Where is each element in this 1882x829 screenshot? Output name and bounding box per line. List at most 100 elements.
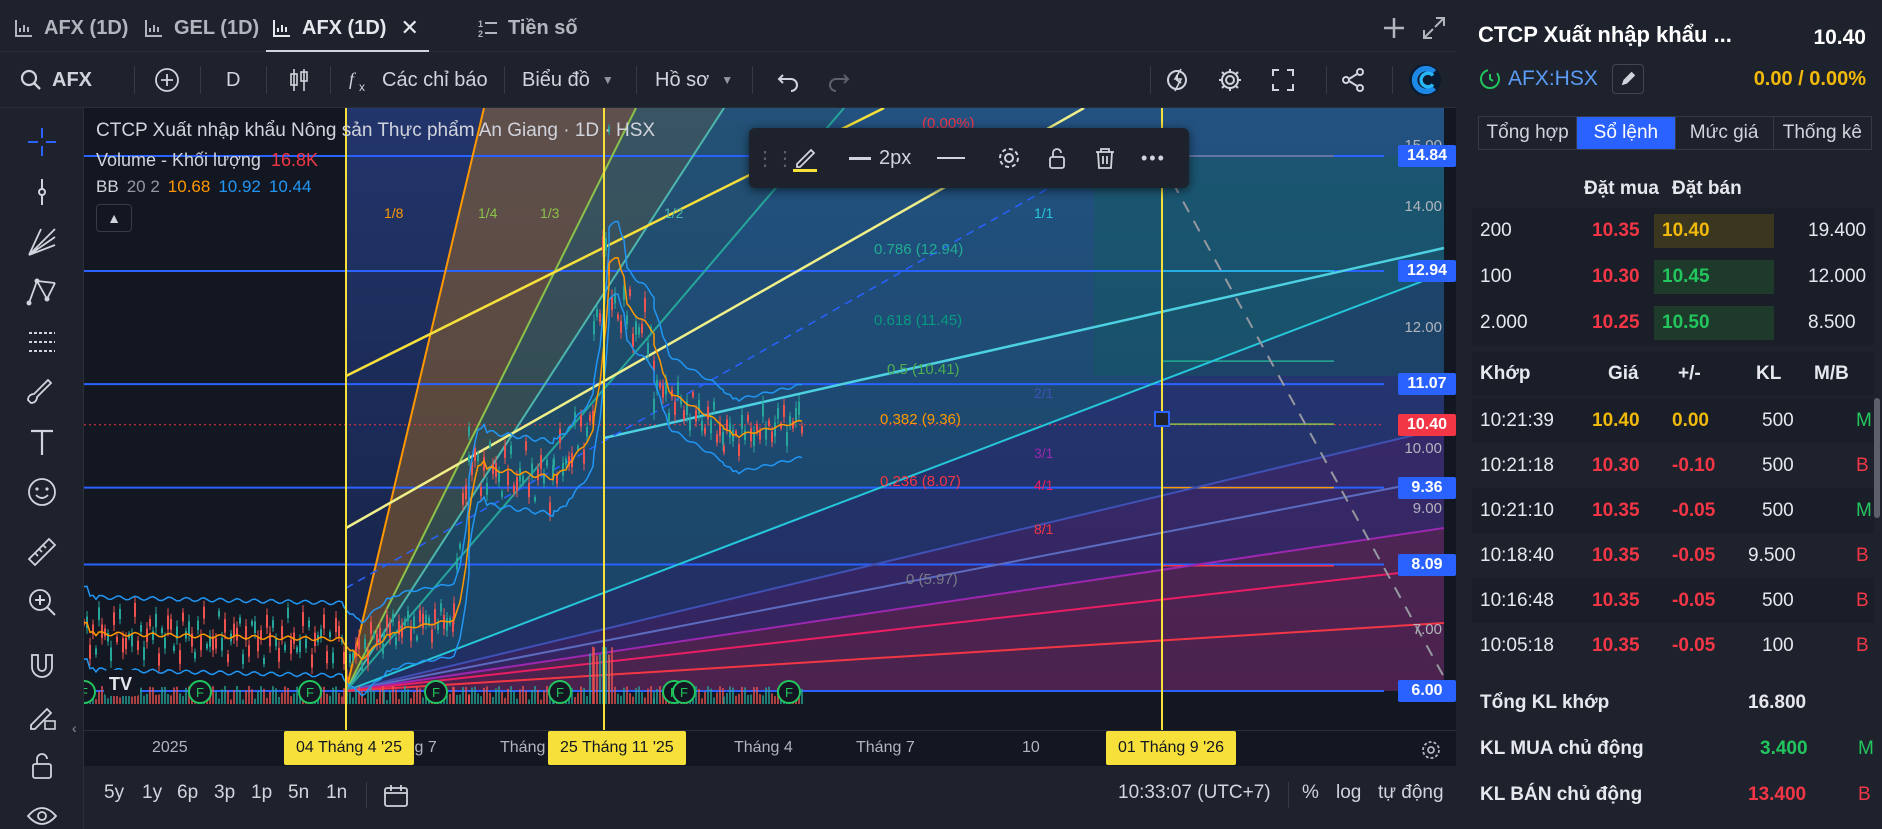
ruler-tool[interactable] <box>24 534 60 570</box>
range-3m[interactable]: 3p <box>214 782 235 804</box>
percent-toggle[interactable]: % <box>1302 782 1319 804</box>
expand-icon[interactable] <box>1420 14 1448 42</box>
symbol-link[interactable]: AFX:HSX <box>1478 64 1644 94</box>
settings-button[interactable] <box>1217 62 1243 98</box>
candle-body <box>659 382 661 388</box>
volume-bar <box>710 688 712 704</box>
chart-type-button[interactable] <box>286 62 312 98</box>
trade-row[interactable]: 10:21:18 10.30 -0.10 500 B <box>1472 443 1874 488</box>
text-tool[interactable] <box>24 424 60 460</box>
chevron-up-icon[interactable]: ▲ <box>96 204 132 232</box>
chart-pane[interactable]: (0.00%)(14.84)0.786 (12.94)0.618 (11.45)… <box>84 108 1456 734</box>
candle-body <box>281 626 283 639</box>
range-5d[interactable]: 5n <box>288 782 309 804</box>
tab-overview[interactable]: Tổng hợp <box>1479 117 1578 149</box>
earnings-marker[interactable]: F <box>548 680 572 704</box>
trade-row[interactable]: 10:21:39 10.40 0.00 500 M <box>1472 398 1874 443</box>
share-button[interactable] <box>1340 62 1366 98</box>
trade-row[interactable]: 10:16:48 10.35 -0.05 500 B <box>1472 578 1874 623</box>
symbol-search[interactable]: AFX <box>18 62 92 98</box>
tab-afx-1[interactable]: AFX (1D) <box>14 10 128 46</box>
volume-bar <box>723 696 725 704</box>
range-1m[interactable]: 1p <box>251 782 272 804</box>
indicators-button[interactable]: fx Các chỉ báo <box>348 62 488 98</box>
chart-menu-button[interactable]: Biểu đồ ▼ <box>522 62 614 98</box>
volume-bar <box>516 698 518 704</box>
candle-body <box>179 650 181 664</box>
trade-row[interactable]: 10:05:18 10.35 -0.05 100 B <box>1472 623 1874 668</box>
trades-scrollbar[interactable] <box>1874 398 1880 518</box>
auto-toggle[interactable]: tự động <box>1378 782 1444 804</box>
pencil-lock-icon <box>30 707 56 730</box>
pattern-tool[interactable] <box>24 274 60 310</box>
visibility-tool[interactable] <box>24 798 60 829</box>
undo-button[interactable] <box>775 62 801 98</box>
redo-button[interactable] <box>826 62 852 98</box>
earnings-marker[interactable]: F <box>298 680 322 704</box>
tab-tien-so[interactable]: 12 Tiền số <box>478 10 578 46</box>
line-width-button[interactable]: 2px <box>849 142 911 174</box>
gann-fan-tool[interactable] <box>24 224 60 260</box>
zoom-tool[interactable] <box>24 584 60 620</box>
earnings-marker[interactable]: F <box>188 680 212 704</box>
volume-bar <box>379 689 381 704</box>
crosshair-tool[interactable] <box>24 124 60 160</box>
magnet-tool[interactable] <box>24 648 60 684</box>
color-picker-button[interactable] <box>791 142 819 174</box>
trade-row[interactable]: 10:18:40 10.35 -0.05 9.500 B <box>1472 533 1874 578</box>
profile-menu-button[interactable]: Hồ sơ ▼ <box>655 62 733 98</box>
tab-afx-active[interactable]: AFX (1D) ✕ <box>266 10 429 52</box>
add-tab-icon[interactable] <box>1380 14 1408 42</box>
orderbook-row[interactable]: 2.000 10.25 10.50 8.500 <box>1472 300 1874 346</box>
earnings-marker[interactable]: F <box>777 680 801 704</box>
range-1d[interactable]: 1n <box>326 782 347 804</box>
clock[interactable]: 10:33:07 (UTC+7) <box>1118 782 1271 804</box>
brush-tool[interactable] <box>24 374 60 410</box>
fx-icon: fx <box>349 69 365 93</box>
emoji-tool[interactable] <box>24 474 60 510</box>
orderbook-row[interactable]: 100 10.30 10.45 12.000 <box>1472 254 1874 300</box>
trade-row[interactable]: 10:21:10 10.35 -0.05 500 M <box>1472 488 1874 533</box>
settings-button[interactable] <box>995 142 1023 174</box>
date-range-icon[interactable] <box>382 782 410 810</box>
candle-body <box>308 620 310 628</box>
lock-drawing-tool[interactable] <box>24 698 60 734</box>
collapse-sidebar-icon[interactable]: ‹ <box>72 720 77 736</box>
tab-price-levels[interactable]: Mức giá <box>1676 117 1774 149</box>
earnings-marker[interactable]: F <box>672 680 696 704</box>
close-icon[interactable]: ✕ <box>400 15 418 41</box>
lock-all-tool[interactable] <box>24 748 60 784</box>
range-5y[interactable]: 5y <box>104 782 124 804</box>
candle-body <box>269 632 271 647</box>
orderbook-row[interactable]: 200 10.35 10.40 19.400 <box>1472 208 1874 254</box>
range-6m[interactable]: 6p <box>177 782 198 804</box>
time-axis[interactable]: 2025 Tháng 7 Tháng 1 Tháng 4 Tháng 7 10 … <box>84 730 1456 766</box>
axis-settings-icon[interactable] <box>1420 739 1442 761</box>
range-1y[interactable]: 1y <box>142 782 162 804</box>
earnings-marker[interactable]: F <box>424 680 448 704</box>
tab-gel[interactable]: GEL (1D) <box>144 10 259 46</box>
candle-body <box>528 483 530 498</box>
lock-button[interactable] <box>1043 142 1071 174</box>
brand-logo[interactable] <box>1408 62 1442 98</box>
log-toggle[interactable]: log <box>1336 782 1361 804</box>
fib-tool[interactable] <box>24 324 60 360</box>
edit-icon[interactable] <box>1611 64 1644 94</box>
line-tool[interactable] <box>24 174 60 210</box>
delete-button[interactable] <box>1091 142 1119 174</box>
interval-button[interactable]: D <box>226 62 240 98</box>
candles-icon <box>290 69 308 91</box>
alert-button[interactable] <box>1165 62 1191 98</box>
candle-body <box>549 502 551 515</box>
compare-button[interactable] <box>154 62 180 98</box>
tab-statistics[interactable]: Thống kê <box>1774 117 1871 149</box>
candle-body <box>468 426 470 436</box>
tab-label: GEL (1D) <box>174 16 260 39</box>
fullscreen-button[interactable] <box>1270 62 1296 98</box>
anchor-handle[interactable] <box>1154 411 1170 427</box>
volume-bar <box>540 699 542 704</box>
line-style-button[interactable] <box>937 142 965 174</box>
tab-orderbook[interactable]: Sổ lệnh <box>1577 117 1676 149</box>
drag-handle-icon[interactable]: ⋮⋮ <box>755 142 795 174</box>
more-icon[interactable]: ••• <box>1141 142 1166 174</box>
